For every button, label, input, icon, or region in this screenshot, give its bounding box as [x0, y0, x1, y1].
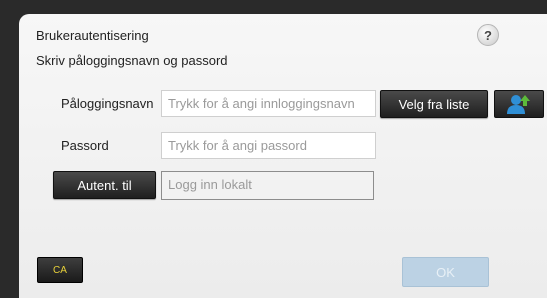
help-button[interactable]: ?	[477, 24, 499, 46]
ca-button[interactable]: CA	[37, 257, 83, 283]
ok-button[interactable]: OK	[402, 257, 489, 287]
user-list-button[interactable]	[494, 90, 544, 118]
login-name-input[interactable]: Trykk for å angi innloggingsnavn	[161, 90, 376, 117]
page-subtitle: Skriv påloggingsnavn og passord	[36, 53, 228, 68]
authenticate-to-field: Logg inn lokalt	[161, 171, 374, 200]
login-name-label: Påloggingsnavn	[61, 96, 154, 111]
authentication-panel: Brukerautentisering Skriv påloggingsnavn…	[19, 14, 547, 298]
authenticate-to-button[interactable]: Autent. til	[53, 171, 156, 199]
select-from-list-button[interactable]: Velg fra liste	[380, 90, 488, 118]
password-label: Passord	[61, 138, 109, 153]
page-title: Brukerautentisering	[36, 28, 149, 43]
password-input[interactable]: Trykk for å angi passord	[161, 132, 376, 159]
user-list-icon	[507, 95, 530, 114]
help-icon: ?	[484, 27, 492, 43]
